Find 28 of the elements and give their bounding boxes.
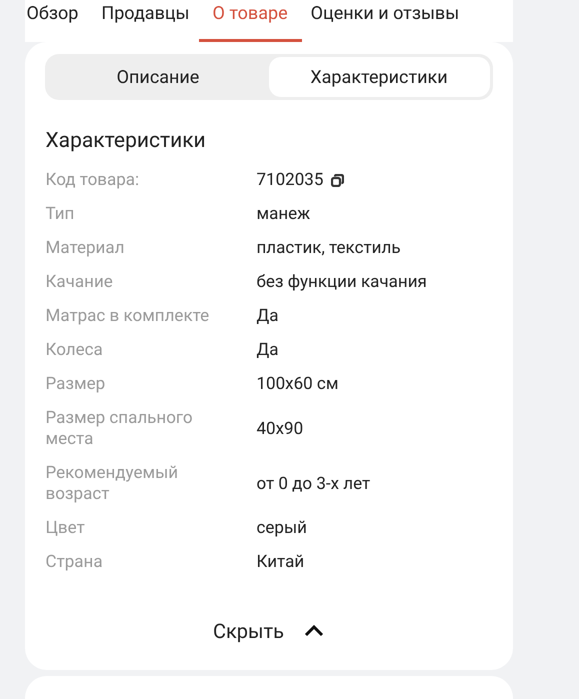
spec-label: Цвет [46,518,86,539]
spec-label: Колеса [46,340,104,361]
spec-label: Матрас в комплекте [46,306,210,327]
spec-value: серый [256,518,307,539]
spec-value: пластик, текстиль [256,238,401,259]
chevron-icon [304,624,324,636]
spec-value: 7102035 [256,170,324,191]
spec-value: Китай [256,552,304,573]
spec-value: от 0 до 3-х лет [256,474,370,494]
spec-label: Качание [46,272,114,293]
spec-value: 100x60 см [256,374,338,395]
spec-value: без функции качания [256,272,427,293]
spec-label: Размер [46,374,106,395]
collapse-button[interactable]: Скрыть [212,616,324,646]
segment-tab[interactable]: Характеристики [268,57,490,97]
spec-label: Код товара: [46,170,140,191]
spec-label: Рекомендуемый возраст [46,463,180,505]
spec-label: Тип [46,204,76,225]
spec-value: 40x90 [256,418,304,440]
spec-label: Страна [46,552,104,573]
spec-value: манеж [256,204,310,225]
copy-icon[interactable] [331,174,344,187]
spec-label: Размер спального места [46,408,194,450]
spec-value: Да [256,306,279,327]
spec-value: Да [256,340,279,361]
spec-label: Материал [46,238,126,259]
section-title: Характеристики [46,128,207,155]
segment-tab[interactable]: Описание [48,57,268,97]
